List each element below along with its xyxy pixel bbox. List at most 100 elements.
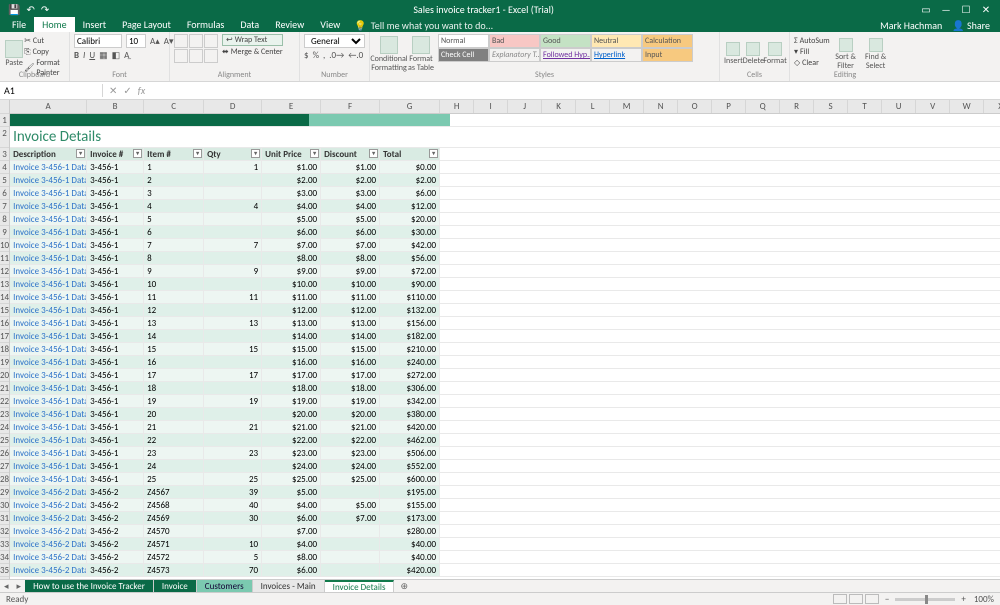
tell-me[interactable]: 💡 Tell me what you want to do... [354,19,493,32]
column-header-J[interactable]: J [508,100,542,113]
cell[interactable]: $40.00 [380,551,440,563]
worksheet-grid[interactable]: 1234567891011121314151617181920212223242… [0,100,1000,580]
cell[interactable]: 9 [144,265,204,277]
row-header[interactable]: 15 [0,304,9,317]
row-header[interactable]: 24 [0,421,9,434]
cell[interactable]: $240.00 [380,356,440,368]
cell[interactable]: $17.00 [262,369,321,381]
filter-dropdown-icon[interactable]: ▾ [429,149,438,158]
cell[interactable]: $21.00 [321,421,380,433]
style-input[interactable]: Input [642,48,693,62]
cell[interactable]: 3-456-1 [87,304,144,316]
column-header-S[interactable]: S [814,100,848,113]
cell[interactable]: $380.00 [380,408,440,420]
cell[interactable]: Invoice 3-456-1 Data 2 [10,174,87,186]
sheet-tab-invoices-main[interactable]: Invoices - Main [253,580,325,593]
cell[interactable]: $15.00 [321,343,380,355]
share-button[interactable]: 👤 Share [952,19,990,32]
sheet-tab-how-to-use-the-invoice-tracker[interactable]: How to use the Invoice Tracker [25,580,154,593]
cell[interactable]: 3-456-1 [87,187,144,199]
name-box[interactable]: A1 [0,84,103,97]
cell[interactable]: $1.00 [262,161,321,173]
cell[interactable]: $4.00 [321,200,380,212]
cell[interactable] [321,538,380,550]
cell[interactable]: 9 [204,265,262,277]
delete-button[interactable]: Delete [743,34,764,74]
tab-data[interactable]: Data [232,17,267,32]
column-header-H[interactable]: H [440,100,474,113]
cell[interactable]: $90.00 [380,278,440,290]
cell[interactable]: 7 [204,239,262,251]
cell[interactable]: $14.00 [262,330,321,342]
cell[interactable]: 24 [144,460,204,472]
cell[interactable]: $8.00 [262,252,321,264]
cell[interactable]: $552.00 [380,460,440,472]
fx-icon[interactable]: fx [138,84,145,97]
cell[interactable]: 13 [204,317,262,329]
column-header-W[interactable]: W [950,100,984,113]
cell[interactable]: 70 [204,564,262,576]
style-hyperlink[interactable]: Hyperlink [591,48,642,62]
sheet-tab-invoice-details[interactable]: Invoice Details [325,580,395,593]
row-header[interactable]: 14 [0,291,9,304]
cell[interactable]: $7.00 [321,512,380,524]
cell[interactable]: $6.00 [262,226,321,238]
cell[interactable]: $24.00 [262,460,321,472]
column-header-B[interactable]: B [87,100,144,113]
cell[interactable]: $420.00 [380,421,440,433]
sort-filter-button[interactable]: Sort & Filter [832,34,860,74]
table-header-description[interactable]: Description▾ [10,148,87,160]
sheet-nav-next-icon[interactable]: ▸ [13,581,26,592]
cell[interactable]: Invoice 3-456-1 Data 9 [10,265,87,277]
style-check-cell[interactable]: Check Cell [438,48,489,62]
cell[interactable]: 3-456-2 [87,525,144,537]
increase-font-icon[interactable]: A▴ [150,36,160,47]
maximize-icon[interactable]: ☐ [958,3,974,16]
cell[interactable]: Invoice 3-456-1 Data 10 [10,278,87,290]
cell[interactable]: $4.00 [262,499,321,511]
cell[interactable]: 17 [144,369,204,381]
cell[interactable]: $42.00 [380,239,440,251]
row-header[interactable]: 20 [0,369,9,382]
accounting-button[interactable]: $ [304,50,309,61]
cell[interactable]: $420.00 [380,564,440,576]
cell[interactable]: $13.00 [321,317,380,329]
filter-dropdown-icon[interactable]: ▾ [76,149,85,158]
cell[interactable]: 19 [204,395,262,407]
cell[interactable]: Invoice 3-456-1 Data 24 [10,460,87,472]
cell[interactable]: Invoice 3-456-2 Data 3 [10,512,87,524]
column-header-N[interactable]: N [644,100,678,113]
row-header[interactable]: 9 [0,226,9,239]
cell[interactable] [204,408,262,420]
cell[interactable]: $16.00 [262,356,321,368]
cell[interactable] [321,551,380,563]
cell[interactable]: $12.00 [380,200,440,212]
enter-formula-icon[interactable]: ✓ [123,84,131,97]
cell[interactable]: Invoice 3-456-1 Data 8 [10,252,87,264]
cell[interactable]: $132.00 [380,304,440,316]
fill-color-button[interactable]: ◧ [112,50,121,61]
row-header[interactable]: 29 [0,486,9,499]
row-header[interactable]: 21 [0,382,9,395]
row-headers[interactable]: 1234567891011121314151617181920212223242… [0,100,10,580]
alignment-buttons[interactable] [174,34,218,63]
cell[interactable] [204,226,262,238]
cancel-formula-icon[interactable]: ✕ [109,84,117,97]
row-header[interactable]: 11 [0,252,9,265]
table-header-qty[interactable]: Qty▾ [204,148,262,160]
column-header-O[interactable]: O [678,100,712,113]
cell[interactable]: $22.00 [321,434,380,446]
row-header[interactable]: 26 [0,447,9,460]
cell[interactable]: 15 [204,343,262,355]
zoom-in-button[interactable]: + [961,594,965,605]
cell[interactable]: $2.00 [262,174,321,186]
new-sheet-button[interactable]: ⊕ [394,581,414,592]
cell[interactable]: Invoice 3-456-2 Data 1 [10,486,87,498]
format-as-table-button[interactable]: Format as Table [406,34,436,74]
cell[interactable]: Z4570 [144,525,204,537]
cell[interactable]: 3-456-1 [87,161,144,173]
insert-button[interactable]: Insert [724,34,743,74]
table-header-invoice-[interactable]: Invoice #▾ [87,148,144,160]
cell[interactable]: $156.00 [380,317,440,329]
cell[interactable]: 25 [204,473,262,485]
